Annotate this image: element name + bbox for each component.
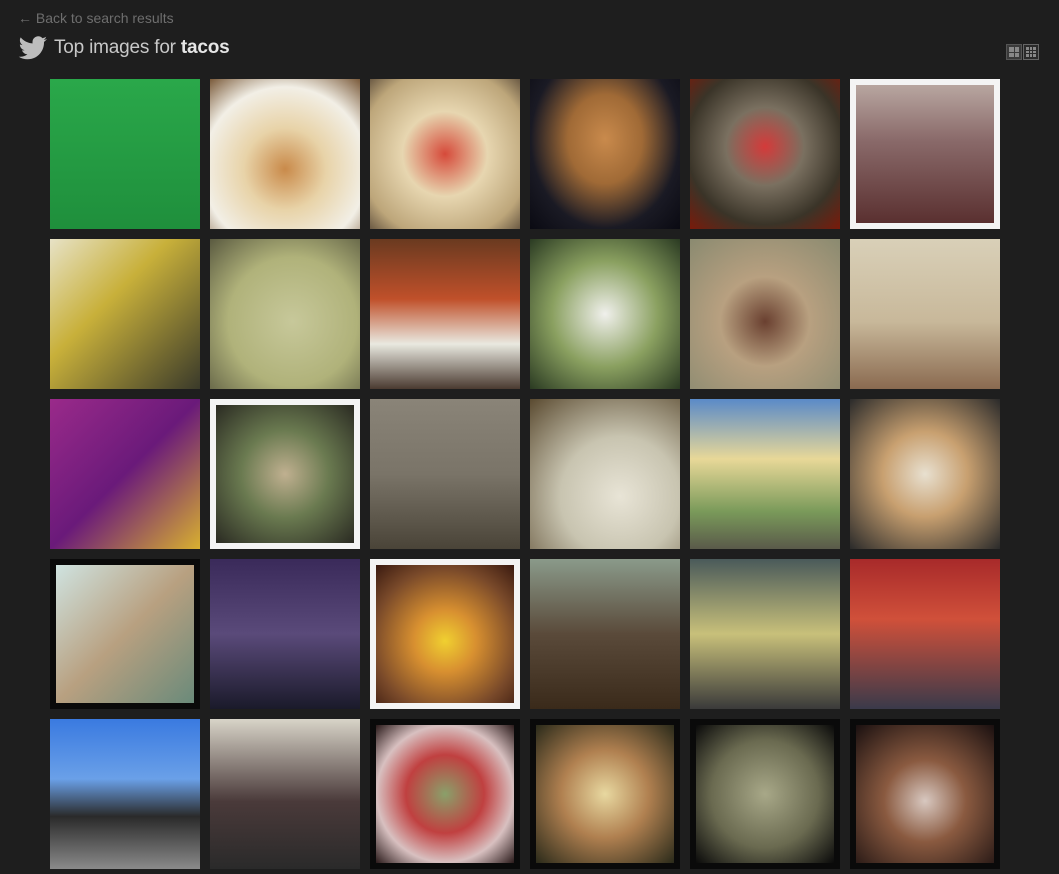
image-thumbnail[interactable] (50, 239, 200, 389)
image-thumbnail[interactable] (850, 239, 1000, 389)
photo (50, 399, 200, 549)
photo (536, 725, 674, 863)
photo (696, 725, 834, 863)
image-thumbnail[interactable] (210, 719, 360, 869)
image-thumbnail[interactable] (690, 719, 840, 869)
image-thumbnail[interactable] (370, 719, 520, 869)
photo (690, 399, 840, 549)
image-thumbnail[interactable] (210, 79, 360, 229)
image-thumbnail[interactable] (530, 79, 680, 229)
image-thumbnail[interactable] (530, 239, 680, 389)
image-thumbnail[interactable] (370, 559, 520, 709)
photo (56, 565, 194, 703)
photo (530, 559, 680, 709)
photo (370, 399, 520, 549)
image-thumbnail[interactable] (370, 79, 520, 229)
photo (370, 79, 520, 229)
image-thumbnail[interactable] (690, 239, 840, 389)
photo (210, 559, 360, 709)
photo (690, 559, 840, 709)
image-thumbnail[interactable] (530, 399, 680, 549)
view-toggle (1006, 44, 1039, 60)
photo (376, 725, 514, 863)
image-thumbnail[interactable] (50, 559, 200, 709)
photo (50, 79, 200, 229)
photo (850, 239, 1000, 389)
image-thumbnail[interactable] (690, 559, 840, 709)
photo (376, 565, 514, 703)
image-thumbnail[interactable] (210, 239, 360, 389)
image-thumbnail[interactable] (370, 239, 520, 389)
image-thumbnail[interactable] (210, 399, 360, 549)
image-thumbnail[interactable] (850, 399, 1000, 549)
photo (690, 79, 840, 229)
photo (850, 399, 1000, 549)
image-thumbnail[interactable] (850, 719, 1000, 869)
image-grid (50, 79, 1000, 869)
photo (50, 719, 200, 869)
page-header: Top images for tacos (18, 36, 230, 60)
photo (856, 725, 994, 863)
image-thumbnail[interactable] (850, 79, 1000, 229)
image-thumbnail[interactable] (850, 559, 1000, 709)
image-thumbnail[interactable] (690, 399, 840, 549)
twitter-bird-icon (18, 36, 47, 60)
back-to-search-link[interactable]: ← Back to search results (18, 10, 174, 26)
photo (850, 559, 1000, 709)
photo (216, 405, 354, 543)
photo (210, 79, 360, 229)
photo (50, 239, 200, 389)
photo (210, 719, 360, 869)
photo (530, 239, 680, 389)
image-thumbnail[interactable] (690, 79, 840, 229)
image-thumbnail[interactable] (50, 399, 200, 549)
photo (690, 239, 840, 389)
photo (530, 79, 680, 229)
photo (856, 85, 994, 223)
image-thumbnail[interactable] (50, 719, 200, 869)
small-grid-icon[interactable] (1023, 44, 1039, 60)
image-thumbnail[interactable] (210, 559, 360, 709)
image-thumbnail[interactable] (530, 559, 680, 709)
photo (210, 239, 360, 389)
large-grid-icon[interactable] (1006, 44, 1022, 60)
image-thumbnail[interactable] (530, 719, 680, 869)
page-title: Top images for tacos (54, 37, 230, 58)
image-thumbnail[interactable] (370, 399, 520, 549)
photo (530, 399, 680, 549)
search-query: tacos (180, 37, 230, 58)
photo (370, 239, 520, 389)
image-thumbnail[interactable] (50, 79, 200, 229)
